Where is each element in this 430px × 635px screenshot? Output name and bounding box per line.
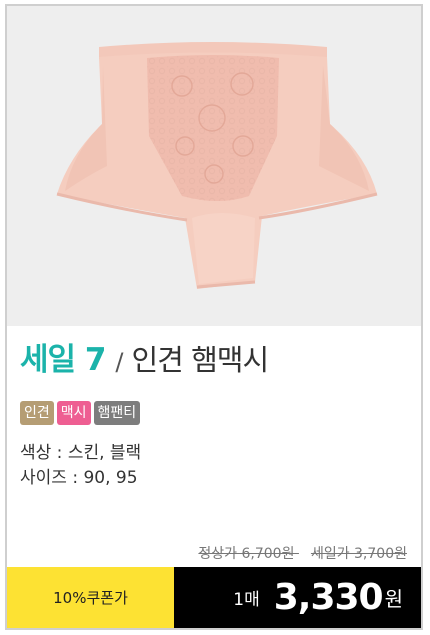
product-photo[interactable] bbox=[7, 6, 421, 326]
pink-lace-briefs-image bbox=[56, 42, 378, 289]
title-separator: / bbox=[115, 348, 124, 376]
price-history: 정상가 6,700원 세일가 3,700원 bbox=[186, 543, 407, 563]
product-card[interactable]: 세일 7 / 인견 햄맥시 인견 맥시 햄팬티 색상 : 스킨, 블랙 사이즈 … bbox=[5, 4, 423, 630]
color-options: 색상 : 스킨, 블랙 bbox=[20, 443, 142, 463]
tag-maxi: 맥시 bbox=[56, 401, 91, 425]
product-name: 인견 햄맥시 bbox=[131, 343, 270, 377]
product-title[interactable]: 세일 7 / 인견 햄맥시 bbox=[20, 334, 270, 380]
sale-label: 세일 7 bbox=[20, 342, 106, 378]
final-price: 3,330 bbox=[273, 577, 384, 618]
tag-rayon: 인견 bbox=[20, 401, 54, 425]
size-options: 사이즈 : 90, 95 bbox=[20, 468, 138, 488]
regular-price: 정상가 6,700원 bbox=[198, 546, 295, 562]
product-tags: 인견 맥시 햄팬티 bbox=[20, 401, 141, 425]
coupon-price-label[interactable]: 10%쿠폰가 bbox=[7, 567, 174, 628]
final-price-bar[interactable]: 1매 3,330 원 bbox=[174, 567, 421, 628]
tag-hem-panty: 햄팬티 bbox=[93, 401, 141, 425]
sale-price: 세일가 3,700원 bbox=[310, 546, 407, 562]
quantity-label: 1매 bbox=[233, 590, 260, 610]
currency-label: 원 bbox=[384, 587, 403, 611]
